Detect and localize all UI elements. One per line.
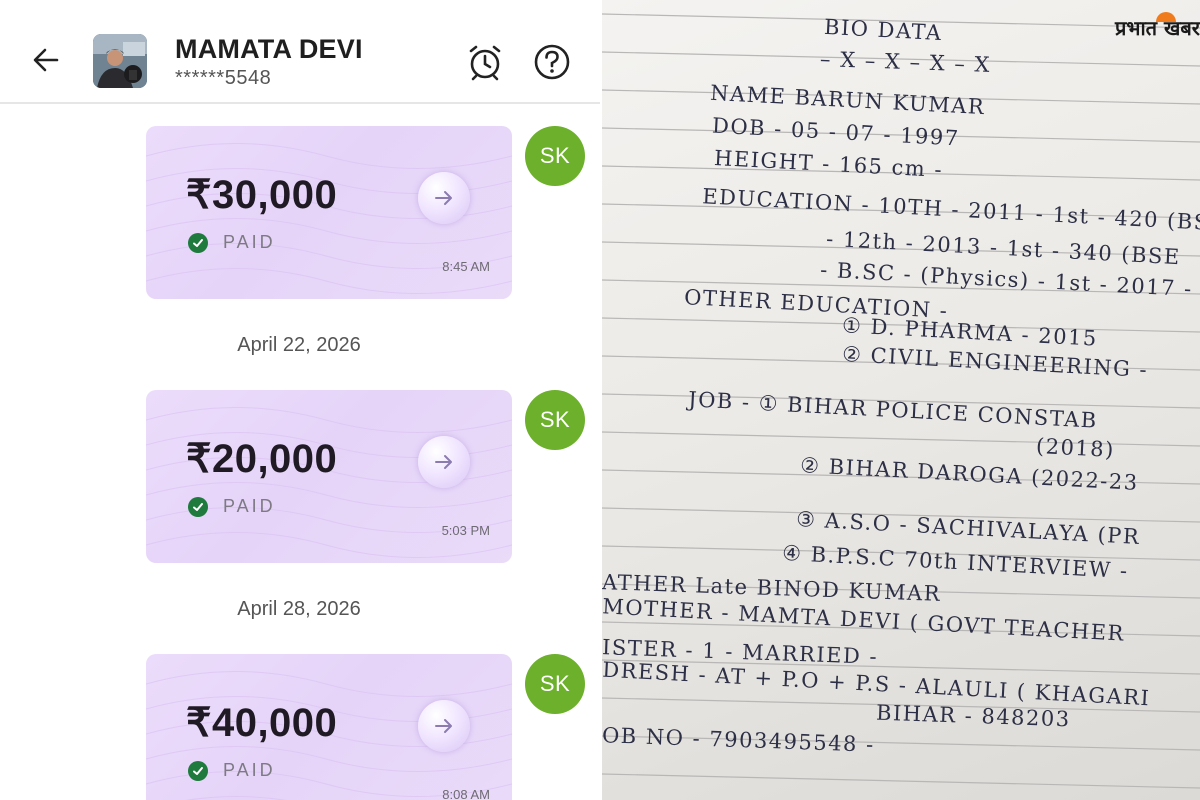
open-payment-button[interactable] xyxy=(418,436,470,488)
date-separator: April 22, 2026 xyxy=(237,334,361,356)
date-separator: April 28, 2026 xyxy=(237,598,361,620)
arrow-right-icon xyxy=(435,455,452,469)
chat-header: MAMATA DEVI ******5548 xyxy=(0,0,600,104)
payment-status: PAID xyxy=(188,496,276,517)
payment-amount: ₹20,000 xyxy=(186,437,338,481)
check-circle-icon xyxy=(188,496,208,517)
payment-status: PAID xyxy=(188,760,276,781)
open-payment-button[interactable] xyxy=(418,700,470,752)
payment-card[interactable]: ₹30,000 PAID 8:45 AM xyxy=(146,126,512,299)
payment-card[interactable]: ₹20,000 PAID 5:03 PM xyxy=(146,390,512,563)
check-circle-icon xyxy=(188,760,208,781)
paid-label: PAID xyxy=(223,760,276,780)
contact-name: MAMATA DEVI xyxy=(175,34,363,64)
sender-avatar[interactable]: SK xyxy=(525,126,585,186)
open-payment-button[interactable] xyxy=(418,172,470,224)
payment-amount: ₹40,000 xyxy=(186,701,338,745)
alarm-clock-icon xyxy=(469,45,501,81)
sender-avatar[interactable]: SK xyxy=(525,654,585,714)
payment-amount: ₹30,000 xyxy=(186,173,338,217)
check-circle-icon xyxy=(188,232,208,253)
doc-line: (2018) xyxy=(1035,433,1116,463)
payment-card[interactable]: ₹40,000 PAID 8:08 AM xyxy=(146,654,512,800)
back-arrow-icon xyxy=(33,48,59,72)
sender-avatar[interactable]: SK xyxy=(525,390,585,450)
watermark-logo: प्रभात खबर xyxy=(1115,16,1200,40)
help-icon xyxy=(534,44,570,80)
paid-label: PAID xyxy=(223,496,276,516)
back-button[interactable] xyxy=(28,42,64,78)
payment-status: PAID xyxy=(188,232,276,253)
paid-label: PAID xyxy=(223,232,276,252)
handwritten-biodata-photo: प्रभात खबर BIO DATA – X – X – X – X NAME… xyxy=(602,0,1200,800)
payment-time: 8:08 AM xyxy=(442,787,490,800)
payment-chat-panel: ▪ ▪▪▪▪ ▪▪▪▪▪▪ MAMATA DEVI ******5548 xyxy=(0,0,600,800)
masked-account-number: ******5548 xyxy=(175,67,272,89)
help-button[interactable] xyxy=(532,42,572,82)
payment-time: 8:45 AM xyxy=(442,259,490,274)
contact-avatar[interactable] xyxy=(93,34,147,88)
arrow-right-icon xyxy=(435,191,452,205)
arrow-right-icon xyxy=(435,719,452,733)
payment-time: 5:03 PM xyxy=(441,523,490,538)
reminder-button[interactable] xyxy=(465,42,505,82)
